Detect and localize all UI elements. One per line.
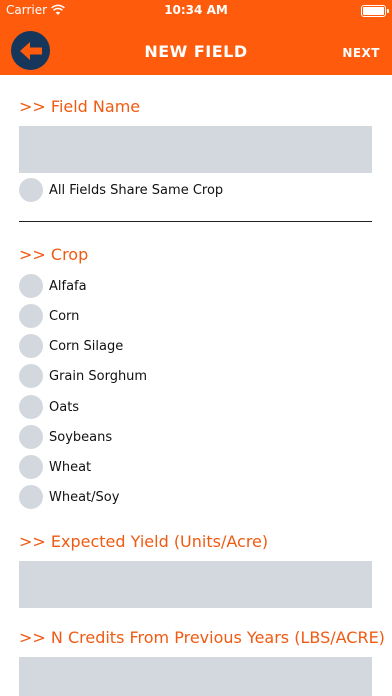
expected-yield-header: >> Expected Yield (Units/Acre) [19, 532, 269, 551]
n-credits-input[interactable] [19, 657, 372, 696]
crop-option-label: Alfafa [49, 278, 87, 294]
nav-bar: NEW FIELD NEXT [0, 22, 392, 75]
radio-circle[interactable] [19, 364, 43, 388]
crop-option-wheat[interactable]: Wheat [19, 454, 91, 480]
crop-option-corn[interactable]: Corn [19, 303, 79, 329]
radio-circle[interactable] [19, 178, 43, 202]
radio-circle[interactable] [19, 425, 43, 449]
n-credits-header: >> N Credits From Previous Years (LBS/AC… [19, 628, 385, 647]
crop-option-grain-sorghum[interactable]: Grain Sorghum [19, 363, 147, 389]
battery-icon [361, 5, 389, 17]
divider [19, 221, 372, 222]
crop-option-label: Wheat [49, 459, 92, 475]
crop-option-soybeans[interactable]: Soybeans [19, 424, 112, 450]
radio-circle[interactable] [19, 304, 43, 328]
radio-circle[interactable] [19, 455, 43, 479]
battery-level [363, 7, 384, 15]
radio-circle[interactable] [19, 395, 43, 419]
field-name-input[interactable] [19, 126, 372, 173]
crop-option-corn-silage[interactable]: Corn Silage [19, 333, 123, 359]
status-time: 10:34 AM [164, 3, 228, 17]
radio-circle[interactable] [19, 485, 43, 509]
expected-yield-input[interactable] [19, 561, 372, 608]
crop-header: >> Crop [19, 245, 89, 264]
crop-option-label: Oats [49, 399, 80, 415]
crop-option-label: Grain Sorghum [49, 368, 148, 384]
crop-option-oats[interactable]: Oats [19, 394, 79, 420]
share-crop-radio[interactable]: All Fields Share Same Crop [19, 177, 223, 203]
radio-circle[interactable] [19, 274, 43, 298]
crop-option-label: Wheat/Soy [49, 489, 120, 505]
status-bar: Carrier 10:34 AM [0, 0, 392, 22]
crop-option-label: Corn [49, 308, 80, 324]
share-crop-label: All Fields Share Same Crop [49, 182, 224, 198]
crop-option-wheat-soy[interactable]: Wheat/Soy [19, 484, 119, 510]
field-name-header: >> Field Name [19, 97, 141, 116]
crop-option-alfafa[interactable]: Alfafa [19, 273, 87, 299]
radio-circle[interactable] [19, 334, 43, 358]
page-title: NEW FIELD [144, 42, 248, 61]
crop-option-label: Soybeans [49, 429, 113, 445]
crop-option-label: Corn Silage [49, 338, 124, 354]
next-button[interactable]: NEXT [342, 46, 380, 60]
